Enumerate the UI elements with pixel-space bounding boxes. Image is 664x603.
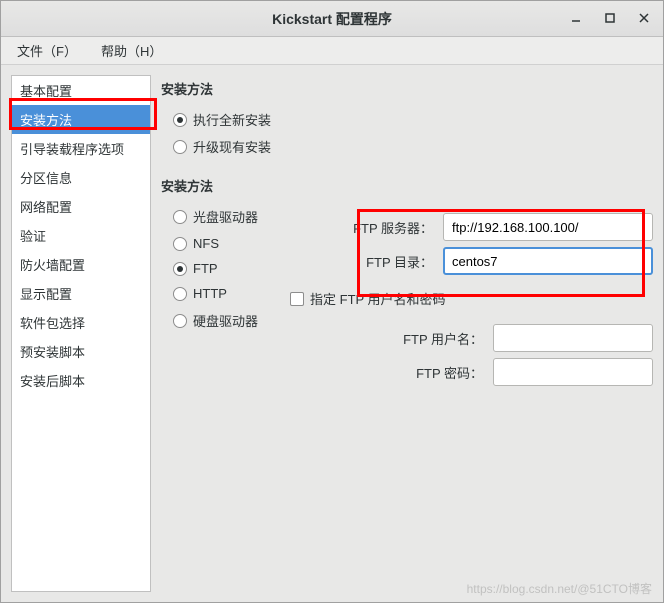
radio-row-fresh[interactable]: 执行全新安装: [161, 106, 653, 133]
radio-row-hdd[interactable]: 硬盘驱动器: [161, 307, 270, 334]
radio-http[interactable]: [173, 287, 187, 301]
app-window: Kickstart 配置程序 文件（F） 帮助（H） 基本配置 安装方法 引导装…: [0, 0, 664, 603]
maximize-button[interactable]: [599, 7, 621, 29]
method-radio-group: 光盘驱动器 NFS FTP HTTP: [161, 203, 270, 392]
radio-fresh-label: 执行全新安装: [193, 110, 271, 129]
radio-nfs-label: NFS: [193, 236, 219, 251]
checkbox-ftp-auth[interactable]: [290, 292, 304, 306]
ftp-server-label: FTP 服务器：: [353, 218, 433, 237]
sidebar-item-packages[interactable]: 软件包选择: [12, 308, 150, 337]
field-row-ftp-server: FTP 服务器：: [290, 213, 653, 241]
sidebar-item-post-script[interactable]: 安装后脚本: [12, 366, 150, 395]
radio-ftp-label: FTP: [193, 261, 218, 276]
section-title-method: 安装方法: [161, 176, 653, 195]
ftp-pass-label: FTP 密码：: [416, 363, 483, 382]
sidebar-item-bootloader[interactable]: 引导装载程序选项: [12, 134, 150, 163]
radio-nfs[interactable]: [173, 237, 187, 251]
sidebar-item-basic[interactable]: 基本配置: [12, 76, 150, 105]
watermark: https://blog.csdn.net/@51CTO博客: [467, 580, 652, 597]
titlebar: Kickstart 配置程序: [1, 1, 663, 37]
sidebar-item-display[interactable]: 显示配置: [12, 279, 150, 308]
field-row-ftp-dir: FTP 目录：: [290, 247, 653, 275]
ftp-user-label: FTP 用户名：: [403, 329, 483, 348]
radio-fresh-install[interactable]: [173, 113, 187, 127]
minimize-button[interactable]: [565, 7, 587, 29]
method-block: 光盘驱动器 NFS FTP HTTP: [161, 203, 653, 392]
sidebar: 基本配置 安装方法 引导装载程序选项 分区信息 网络配置 验证 防火墙配置 显示…: [11, 75, 151, 592]
window-controls: [565, 7, 655, 29]
radio-cdrom[interactable]: [173, 210, 187, 224]
radio-row-http[interactable]: HTTP: [161, 282, 270, 305]
sidebar-item-auth[interactable]: 验证: [12, 221, 150, 250]
radio-ftp[interactable]: [173, 262, 187, 276]
main-panel: 安装方法 执行全新安装 升级现有安装 安装方法 光盘驱动器 N: [161, 75, 653, 592]
close-button[interactable]: [633, 7, 655, 29]
radio-row-upgrade[interactable]: 升级现有安装: [161, 133, 653, 160]
sidebar-item-install-method[interactable]: 安装方法: [12, 105, 150, 134]
ftp-fields: FTP 服务器： FTP 目录： 指定 FTP 用户名和密码 FTP 用户名：: [290, 203, 653, 392]
check-row-ftp-auth[interactable]: 指定 FTP 用户名和密码: [290, 281, 653, 318]
radio-upgrade-label: 升级现有安装: [193, 137, 271, 156]
field-row-ftp-user: FTP 用户名：: [290, 324, 653, 352]
radio-row-cdrom[interactable]: 光盘驱动器: [161, 203, 270, 230]
sidebar-item-firewall[interactable]: 防火墙配置: [12, 250, 150, 279]
checkbox-ftp-auth-label: 指定 FTP 用户名和密码: [310, 289, 446, 308]
window-title: Kickstart 配置程序: [272, 9, 392, 29]
sidebar-item-partition[interactable]: 分区信息: [12, 163, 150, 192]
menu-help[interactable]: 帮助（H）: [93, 37, 170, 64]
radio-upgrade-install[interactable]: [173, 140, 187, 154]
sidebar-item-pre-script[interactable]: 预安装脚本: [12, 337, 150, 366]
radio-http-label: HTTP: [193, 286, 227, 301]
radio-cdrom-label: 光盘驱动器: [193, 207, 258, 226]
ftp-server-input[interactable]: [443, 213, 653, 241]
content-area: 基本配置 安装方法 引导装载程序选项 分区信息 网络配置 验证 防火墙配置 显示…: [1, 65, 663, 602]
ftp-user-input[interactable]: [493, 324, 653, 352]
section-title-install-type: 安装方法: [161, 79, 653, 98]
radio-hdd-label: 硬盘驱动器: [193, 311, 258, 330]
sidebar-item-network[interactable]: 网络配置: [12, 192, 150, 221]
field-row-ftp-pass: FTP 密码：: [290, 358, 653, 386]
ftp-dir-label: FTP 目录：: [366, 252, 433, 271]
ftp-pass-input[interactable]: [493, 358, 653, 386]
radio-row-nfs[interactable]: NFS: [161, 232, 270, 255]
radio-row-ftp[interactable]: FTP: [161, 257, 270, 280]
menubar: 文件（F） 帮助（H）: [1, 37, 663, 65]
ftp-dir-input[interactable]: [443, 247, 653, 275]
menu-file[interactable]: 文件（F）: [9, 37, 85, 64]
radio-hdd[interactable]: [173, 314, 187, 328]
